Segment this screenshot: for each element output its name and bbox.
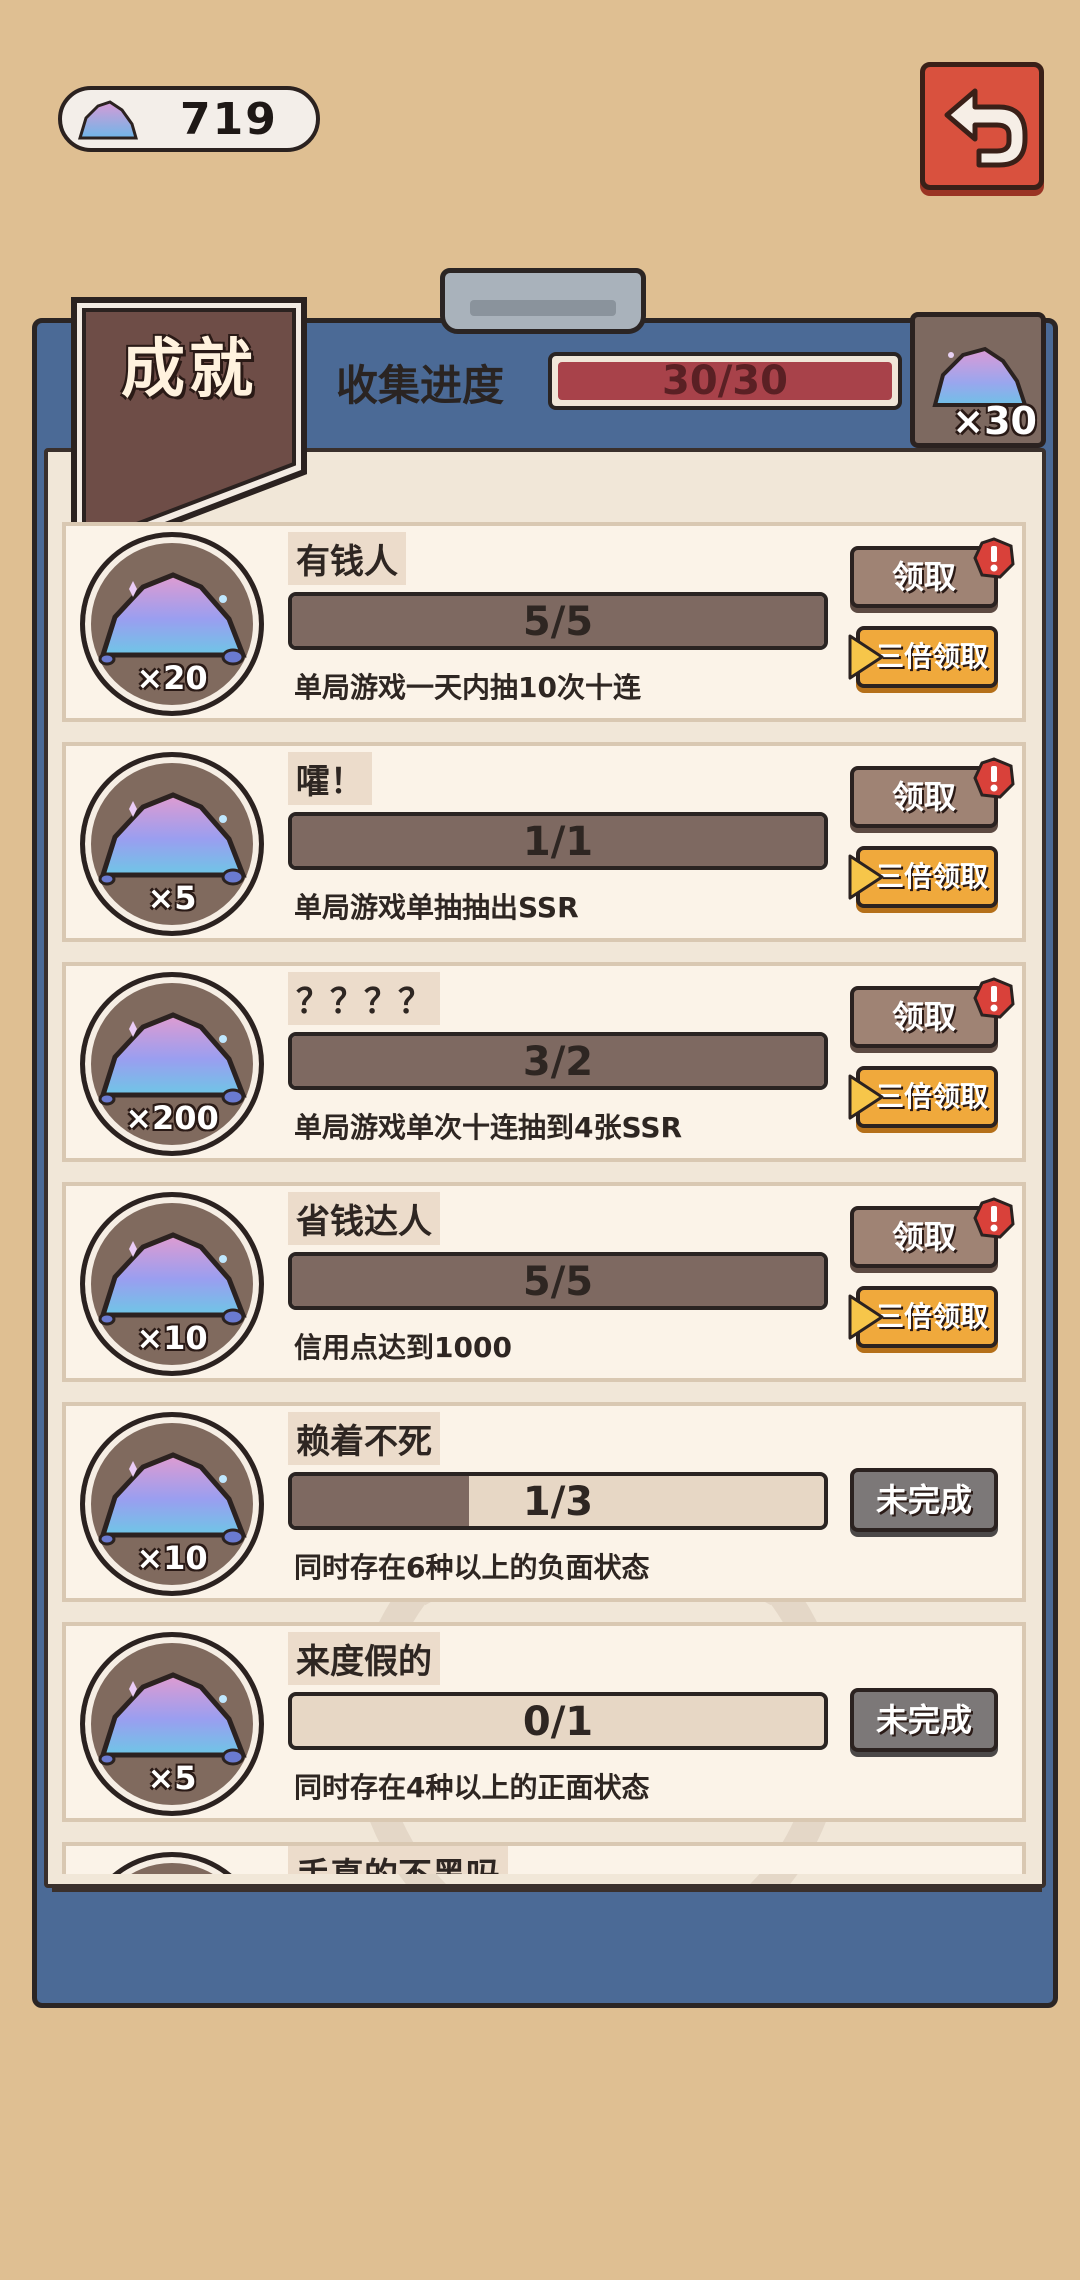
reward-medal: ×5	[80, 752, 264, 936]
reward-multiplier: ×200	[125, 1099, 219, 1137]
play-arrow-icon	[848, 1294, 884, 1340]
achievement-progress-bar: 5/5	[288, 592, 828, 650]
page-title: 成就	[121, 333, 257, 407]
reward-medal: ×200	[80, 972, 264, 1156]
achievement-progress-bar: 3/2	[288, 1032, 828, 1090]
achievement-name: 手真的不黑吗	[288, 1846, 508, 1874]
collect-progress-bar: 30/30	[548, 352, 902, 410]
alert-icon	[973, 1197, 1015, 1239]
achievement-description: 同时存在6种以上的负面状态	[294, 1551, 650, 1584]
reward-medal: ×5	[80, 1632, 264, 1816]
alert-icon	[973, 537, 1015, 579]
achievement-name: ？？？？	[288, 972, 440, 1025]
reward-multiplier: ×5	[147, 1759, 197, 1797]
achievement-progress-bar: 1/3	[288, 1472, 828, 1530]
achievement-name: 来度假的	[288, 1632, 440, 1685]
achievement-name: 有钱人	[288, 532, 406, 585]
achievement-name: 省钱达人	[288, 1192, 440, 1245]
achievement-name: 嚯！	[288, 752, 372, 805]
achievement-progress-text: 1/1	[522, 819, 594, 865]
collect-progress-text: 30/30	[662, 358, 788, 404]
achievement-row-3: ×200 ？？？？ 3/2 单局游戏单次十连抽到4张SSR 领取 三倍领取	[62, 962, 1026, 1162]
achievement-progress-text: 5/5	[522, 599, 594, 645]
alert-icon	[973, 977, 1015, 1019]
collect-reward-box[interactable]: ×30	[910, 312, 1046, 448]
reward-medal	[80, 1852, 264, 1874]
back-button[interactable]	[920, 62, 1044, 190]
currency-amount: 719	[180, 94, 278, 145]
achievement-row-7: 手真的不黑吗	[62, 1842, 1026, 1874]
achievement-description: 单局游戏一天内抽10次十连	[294, 671, 641, 704]
achievement-progress-bar: 5/5	[288, 1252, 828, 1310]
achievement-row-2: ×5 嚯！ 1/1 单局游戏单抽抽出SSR 领取 三倍领取	[62, 742, 1026, 942]
achievement-name: 赖着不死	[288, 1412, 440, 1465]
achievement-progress-text: 1/3	[522, 1479, 594, 1525]
play-arrow-icon	[848, 1074, 884, 1120]
achievement-row-6: ×5 来度假的 0/1 同时存在4种以上的正面状态 未完成	[62, 1622, 1026, 1822]
play-arrow-icon	[848, 854, 884, 900]
achievement-row-5: ×10 赖着不死 1/3 同时存在6种以上的负面状态 未完成	[62, 1402, 1026, 1602]
play-arrow-icon	[848, 634, 884, 680]
achievement-description: 同时存在4种以上的正面状态	[294, 1771, 650, 1804]
achievement-progress-bar: 0/1	[288, 1692, 828, 1750]
achievement-progress-text: 5/5	[522, 1259, 594, 1305]
achievement-row-4: ×10 省钱达人 5/5 信用点达到1000 领取 三倍领取	[62, 1182, 1026, 1382]
reward-medal: ×10	[80, 1192, 264, 1376]
collect-progress-label: 收集进度	[336, 361, 505, 410]
reward-multiplier: ×10	[136, 1539, 208, 1577]
back-arrow-icon	[944, 88, 1028, 168]
reward-multiplier: ×20	[136, 659, 208, 697]
incomplete-button[interactable]: 未完成	[850, 1688, 998, 1752]
currency-display: 719	[58, 86, 320, 152]
achievement-description: 信用点达到1000	[294, 1331, 512, 1364]
incomplete-button[interactable]: 未完成	[850, 1468, 998, 1532]
crystal-icon	[77, 100, 138, 140]
reward-medal: ×20	[80, 532, 264, 716]
achievement-progress-text: 0/1	[522, 1699, 594, 1745]
alert-icon	[973, 757, 1015, 799]
reward-multiplier: ×5	[147, 879, 197, 917]
achievement-progress-text: 3/2	[522, 1039, 594, 1085]
achievement-progress-bar: 1/1	[288, 812, 828, 870]
achievement-description: 单局游戏单次十连抽到4张SSR	[294, 1111, 683, 1144]
reward-multiplier: ×10	[136, 1319, 208, 1357]
reward-medal: ×10	[80, 1412, 264, 1596]
achievement-row-1: ×20 有钱人 5/5 单局游戏一天内抽10次十连 领取 三倍领取	[62, 522, 1026, 722]
achievement-description: 单局游戏单抽抽出SSR	[294, 891, 579, 924]
collect-reward-qty: ×30	[952, 399, 1037, 443]
